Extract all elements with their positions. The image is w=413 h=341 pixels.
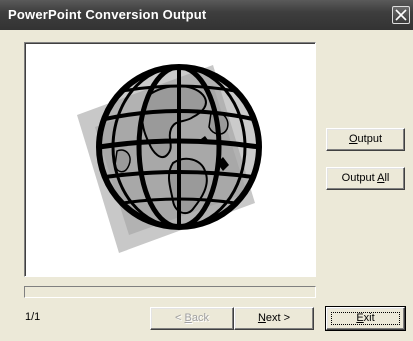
dialog-window: PowerPoint Conversion Output 1/1 Output … [0, 0, 413, 341]
close-icon [395, 9, 407, 21]
back-accel: B [184, 312, 192, 324]
next-button[interactable]: Next > [234, 307, 314, 330]
output-button[interactable]: Output [326, 128, 405, 151]
title-bar: PowerPoint Conversion Output [0, 0, 413, 30]
next-label-rest: ext > [265, 312, 291, 324]
focus-rectangle [331, 312, 400, 325]
back-label-rest: ack [191, 312, 209, 324]
output-label: utput [357, 133, 383, 145]
window-title: PowerPoint Conversion Output [8, 7, 207, 22]
page-counter: 1/1 [25, 311, 41, 323]
output-all-label-rest: ll [384, 172, 390, 184]
exit-button[interactable]: Exit [325, 306, 406, 331]
next-accel: N [257, 312, 266, 324]
back-button[interactable]: < Back [150, 307, 234, 330]
output-all-button[interactable]: Output All [326, 167, 405, 190]
close-button[interactable] [392, 6, 410, 24]
output-accel: O [348, 133, 358, 145]
slide-preview [24, 42, 316, 277]
progress-bar [24, 286, 316, 298]
back-label-pre: < [175, 312, 185, 324]
output-all-label-pre: Output [341, 172, 378, 184]
globe-icon [77, 64, 262, 253]
